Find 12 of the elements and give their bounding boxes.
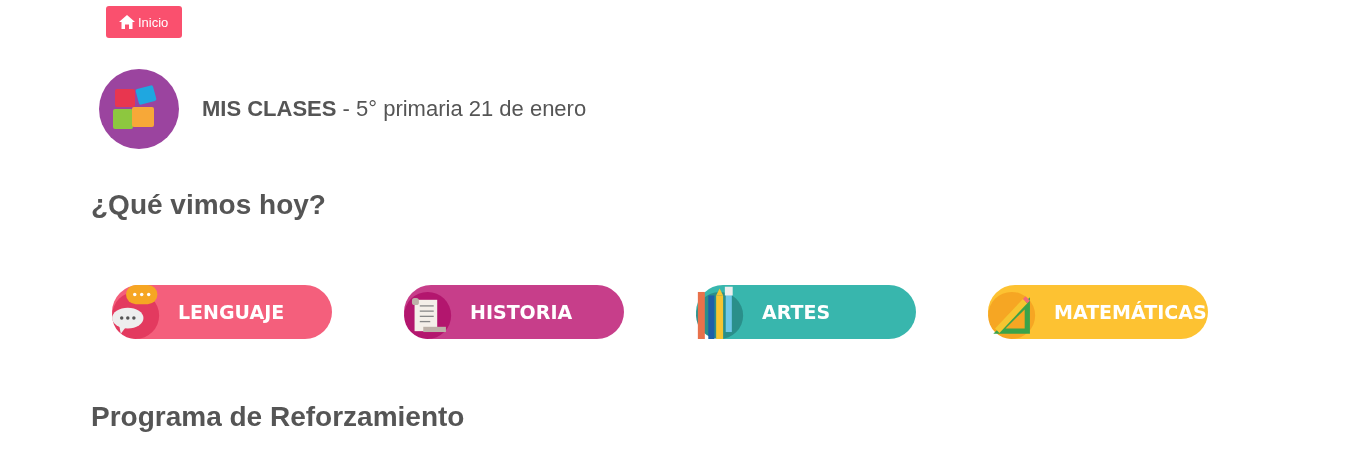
subject-button[interactable]: MATEMÁTICAS: [988, 285, 1208, 339]
home-icon: [119, 15, 135, 29]
section-heading: Programa de Reforzamiento: [91, 401, 466, 433]
puzzle-icon: [99, 69, 179, 149]
class-title: MIS CLASES - 5° primaria 21 de enero: [202, 96, 587, 122]
subject-button[interactable]: ARTES: [696, 285, 916, 339]
chat-bubbles-icon: [112, 285, 161, 339]
subject-button[interactable]: LENGUAJE: [112, 285, 332, 339]
section-heading: ¿Qué vimos hoy?: [91, 189, 327, 221]
pencils-icon: [696, 285, 745, 339]
home-button[interactable]: Inicio: [106, 6, 183, 38]
subject-button[interactable]: HISTORIA: [404, 285, 624, 339]
